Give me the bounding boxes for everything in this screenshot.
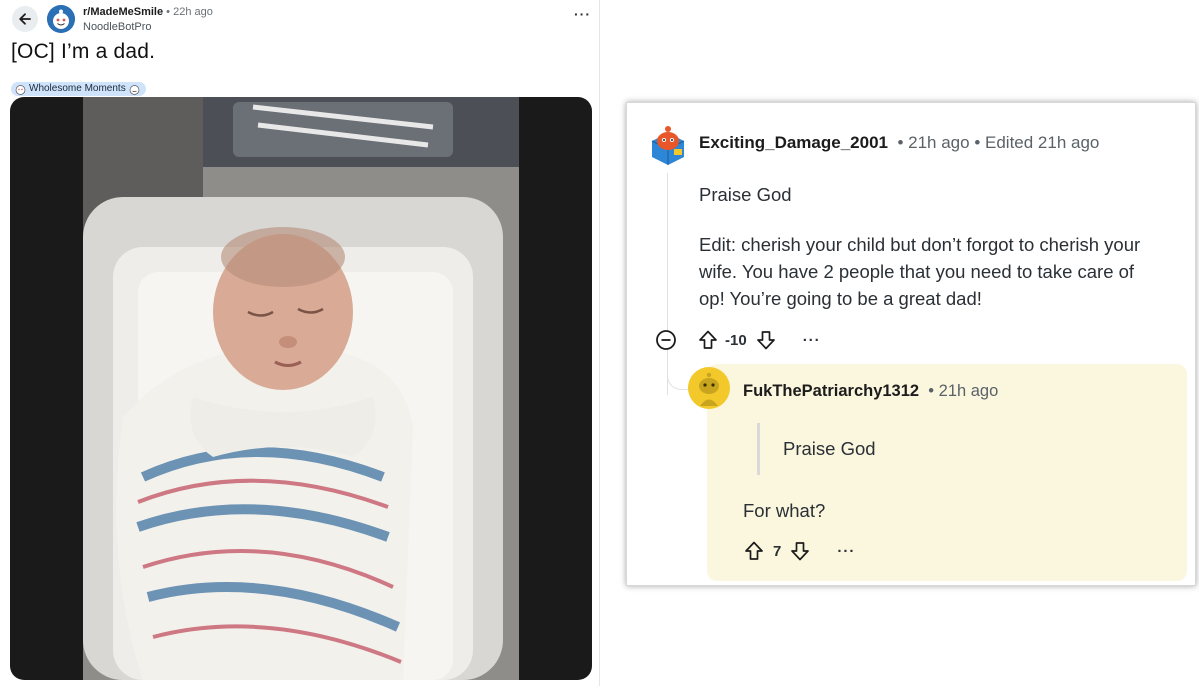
flair-emoji-icon: [15, 84, 26, 95]
top-comment-score: -10: [725, 331, 747, 349]
reply-upvote-button[interactable]: [743, 540, 765, 562]
top-comment-username[interactable]: Exciting_Damage_2001: [699, 133, 888, 152]
subreddit-link[interactable]: r/MadeMeSmile: [83, 6, 163, 18]
subreddit-avatar-icon[interactable]: [47, 5, 75, 33]
upvote-button[interactable]: [697, 329, 719, 351]
reply-avatar-icon[interactable]: [687, 366, 731, 410]
reply-downvote-button[interactable]: [789, 540, 811, 562]
top-comment-first-line: Praise God: [699, 184, 792, 205]
reply-body: For what?: [743, 500, 826, 521]
reply-actions: 7 ···: [743, 540, 855, 562]
collapse-icon: [656, 330, 676, 350]
commenter-avatar-icon[interactable]: [648, 123, 688, 167]
reply-blockquote: Praise God: [757, 423, 876, 475]
post-panel: r/MadeMeSmile • 22h ago NoodleBotPro ···…: [0, 0, 600, 686]
post-title: [OC] I’m a dad.: [11, 40, 156, 63]
post-image[interactable]: [10, 97, 592, 680]
comment-thread-card: Exciting_Damage_2001 • 21h ago • Edited …: [626, 102, 1196, 586]
top-comment-edit-line-1: Edit: cherish your child but don’t forgo…: [699, 234, 1141, 255]
reply-username[interactable]: FukThePatriarchy1312: [743, 382, 919, 400]
post-flair[interactable]: Wholesome Moments: [11, 82, 146, 96]
post-time-value: 22h ago: [173, 6, 213, 18]
downvote-button[interactable]: [755, 329, 777, 351]
downvote-icon: [756, 331, 775, 350]
reply-meta: • 21h ago: [923, 382, 999, 400]
top-comment-more-options-button[interactable]: ···: [803, 332, 821, 349]
newborn-illustration: [83, 97, 519, 680]
flair-label: Wholesome Moments: [29, 83, 126, 94]
top-comment-actions: -10 ···: [655, 329, 821, 351]
top-comment-meta: • 21h ago • Edited 21h ago: [892, 133, 1100, 152]
subreddit-name[interactable]: r/MadeMeSmile • 22h ago: [83, 6, 213, 18]
top-comment-edit-line-3: op! You’re going to be a great dad!: [699, 288, 982, 309]
top-comment-edit-line-2: wife. You have 2 people that you need to…: [699, 261, 1135, 282]
post-timestamp: • 22h ago: [166, 6, 213, 18]
post-author[interactable]: NoodleBotPro: [83, 21, 152, 33]
post-more-options-button[interactable]: ···: [574, 6, 591, 22]
reply-time: 21h ago: [938, 382, 999, 400]
top-comment-time: 21h ago: [908, 133, 970, 152]
upvote-icon: [745, 541, 763, 560]
top-comment-edited: Edited 21h ago: [985, 133, 1100, 152]
reply-score: 7: [773, 542, 782, 560]
collapse-thread-button[interactable]: [655, 329, 677, 351]
reply-header: FukThePatriarchy1312 • 21h ago: [743, 382, 998, 401]
top-comment-header: Exciting_Damage_2001 • 21h ago • Edited …: [699, 133, 1099, 153]
upvote-icon: [699, 330, 717, 349]
back-arrow-icon: [19, 13, 31, 25]
reply-more-options-button[interactable]: ···: [837, 543, 855, 560]
flair-emoji-icon: [129, 84, 140, 95]
back-button[interactable]: [12, 6, 38, 32]
newborn-photo: [83, 97, 519, 680]
downvote-icon: [791, 542, 810, 561]
